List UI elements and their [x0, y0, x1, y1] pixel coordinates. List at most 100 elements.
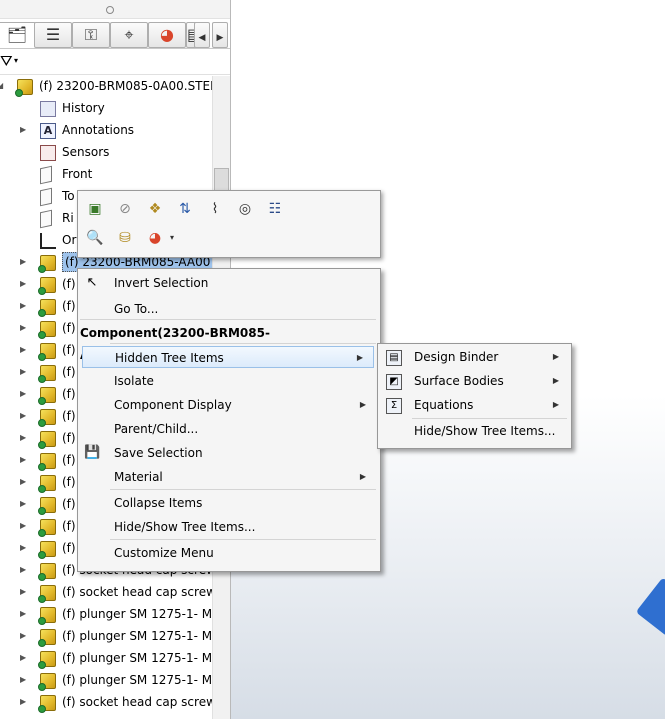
- expand-arrow-icon[interactable]: ▶: [20, 361, 30, 383]
- attach-icon[interactable]: ⌇: [204, 198, 226, 220]
- menu-item-label: Hidden Tree Items: [115, 351, 224, 365]
- filter-bar[interactable]: ⛛ ▾: [0, 50, 230, 75]
- appearance-icon[interactable]: ◕: [144, 227, 166, 249]
- tree-item-component[interactable]: ▶ (f) plunger SM 1275-1- M16 ›: [0, 669, 230, 691]
- tab-dimxpert-manager[interactable]: ⌖: [110, 22, 148, 48]
- tree-item-component[interactable]: ▶ (f) plunger SM 1275-1- M16 ›: [0, 603, 230, 625]
- menu-item-go-to[interactable]: Go To...: [78, 298, 380, 320]
- assembly-component-icon: [38, 651, 56, 669]
- open-part-icon[interactable]: ▣: [84, 198, 106, 220]
- assembly-properties-icon[interactable]: ⛁: [114, 227, 136, 249]
- expand-arrow-icon[interactable]: ▶: [20, 383, 30, 405]
- expand-arrow-icon[interactable]: ▶: [20, 119, 30, 141]
- surface-bodies-icon: ◩: [386, 374, 402, 390]
- submenu-item-equations[interactable]: Σ Equations ▶: [378, 394, 571, 416]
- expand-arrow-icon[interactable]: ▶: [20, 273, 30, 295]
- expand-arrow-icon[interactable]: ▶: [20, 295, 30, 317]
- menu-item-hide-show-tree-items[interactable]: Hide/Show Tree Items...: [78, 516, 380, 538]
- tab-display-manager[interactable]: ◕: [148, 22, 186, 48]
- menu-item-component-display[interactable]: Component Display ▶: [78, 394, 380, 416]
- collapse-arrow-icon[interactable]: ◢: [0, 75, 7, 97]
- filter-dropdown-icon[interactable]: ▾: [14, 56, 18, 65]
- menu-item-save-selection[interactable]: 💾 Save Selection: [78, 442, 380, 464]
- menu-item-material[interactable]: Material ▶: [78, 466, 380, 488]
- expand-arrow-icon[interactable]: ▶: [20, 647, 30, 669]
- tree-item-component[interactable]: ▶ (f) socket head cap screw_dir: [0, 581, 230, 603]
- change-transparency-icon[interactable]: ❖: [144, 198, 166, 220]
- expand-arrow-icon[interactable]: ▶: [20, 581, 30, 603]
- menu-item-parent-child[interactable]: Parent/Child...: [78, 418, 380, 440]
- color-wheel-icon: ◕: [160, 25, 174, 44]
- crosshair-icon: ⌖: [124, 25, 134, 44]
- expand-arrow-icon[interactable]: ▶: [20, 427, 30, 449]
- tree-item-label: (f): [62, 365, 76, 379]
- cursor-icon: ↖: [86, 275, 98, 290]
- expand-arrow-icon[interactable]: ▶: [20, 339, 30, 361]
- tree-item-component[interactable]: ▶ (f) plunger SM 1275-1- M16 ›: [0, 647, 230, 669]
- expand-arrow-icon[interactable]: ▶: [20, 603, 30, 625]
- expand-arrow-icon[interactable]: ▶: [20, 691, 30, 713]
- menu-item-label: Hide/Show Tree Items...: [114, 520, 256, 534]
- tab-feature-manager[interactable]: 🗂: [0, 22, 36, 48]
- grip-dot-icon: [106, 6, 114, 14]
- assembly-component-icon: [38, 255, 56, 273]
- submenu-arrow-icon: ▶: [359, 400, 366, 409]
- hide-components-icon[interactable]: ⊘: [114, 198, 136, 220]
- expand-arrow-icon[interactable]: ▶: [20, 625, 30, 647]
- assembly-component-icon: [38, 365, 56, 383]
- menu-item-invert-selection[interactable]: ↖ Invert Selection: [78, 272, 380, 294]
- submenu-item-label: Design Binder: [414, 350, 499, 364]
- assembly-icon: [15, 79, 33, 97]
- move-with-triad-icon[interactable]: ⇅: [174, 198, 196, 220]
- tab-scroll-right[interactable]: ▶: [212, 22, 228, 48]
- menu-item-customize-menu[interactable]: Customize Menu: [78, 542, 380, 564]
- tree-item-label: (f): [62, 409, 76, 423]
- expand-arrow-icon[interactable]: ▶: [20, 493, 30, 515]
- menu-separator: [110, 343, 376, 344]
- expand-arrow-icon[interactable]: ▶: [20, 317, 30, 339]
- menu-item-hidden-tree-items[interactable]: Hidden Tree Items ▶: [82, 346, 374, 368]
- expand-arrow-icon[interactable]: ▶: [20, 405, 30, 427]
- tree-item-component[interactable]: ▶ (f) plunger SM 1275-1- M16 ›: [0, 625, 230, 647]
- expand-arrow-icon[interactable]: ▶: [20, 669, 30, 691]
- assembly-component-icon: [38, 585, 56, 603]
- tree-item-front[interactable]: Front: [0, 163, 212, 185]
- submenu-item-label: Hide/Show Tree Items...: [414, 424, 556, 438]
- expand-arrow-icon[interactable]: ▶: [20, 251, 30, 273]
- tree-item-history[interactable]: History: [0, 97, 212, 119]
- expand-arrow-icon[interactable]: ▶: [20, 471, 30, 493]
- submenu-separator: [412, 418, 567, 419]
- properties-list-icon[interactable]: ☷: [264, 198, 286, 220]
- zoom-to-selection-icon[interactable]: 🔍: [84, 227, 106, 249]
- manager-tabs: 🗂 ☰ ⚿ ⌖ ◕ ▤ ◀ ▶: [0, 20, 230, 49]
- tree-item-sensors[interactable]: Sensors: [0, 141, 212, 163]
- configuration-icon: ⚿: [84, 25, 98, 44]
- submenu-item-label: Equations: [414, 398, 474, 412]
- tree-item-annotations[interactable]: ▶ A Annotations: [0, 119, 212, 141]
- tab-configuration-manager[interactable]: ⚿: [72, 22, 110, 48]
- filter-icon[interactable]: ⛛: [0, 52, 13, 70]
- menu-item-label: Save Selection: [114, 446, 203, 460]
- tab-property-manager[interactable]: ☰: [34, 22, 72, 48]
- tree-item-label: (f): [62, 277, 76, 291]
- expand-arrow-icon[interactable]: ▶: [20, 537, 30, 559]
- menu-item-isolate[interactable]: Isolate: [78, 370, 380, 392]
- assembly-tree-icon: 🗂: [6, 25, 28, 44]
- assembly-component-icon: [38, 431, 56, 449]
- menu-item-label: Go To...: [114, 302, 159, 316]
- view-mates-icon[interactable]: ◎: [234, 198, 256, 220]
- expand-arrow-icon[interactable]: ▶: [20, 559, 30, 581]
- submenu-item-surface-bodies[interactable]: ◩ Surface Bodies ▶: [378, 370, 571, 392]
- tab-scroll-left[interactable]: ◀: [194, 22, 210, 48]
- tree-item-label: Front: [62, 167, 93, 181]
- tree-root-assembly[interactable]: ◢ (f) 23200-BRM085-0A00.STEP<1>: [0, 75, 230, 97]
- submenu-item-design-binder[interactable]: ▤ Design Binder ▶: [378, 346, 571, 368]
- assembly-component-icon: [38, 519, 56, 537]
- appearance-dropdown-icon[interactable]: ▾: [166, 227, 178, 249]
- expand-arrow-icon[interactable]: ▶: [20, 449, 30, 471]
- panel-grip[interactable]: [0, 0, 230, 19]
- expand-arrow-icon[interactable]: ▶: [20, 515, 30, 537]
- tree-item-component[interactable]: ▶ (f) socket head cap screw_dir: [0, 691, 230, 713]
- submenu-item-hide-show-tree-items[interactable]: Hide/Show Tree Items...: [378, 420, 571, 442]
- menu-item-collapse-items[interactable]: Collapse Items: [78, 492, 380, 514]
